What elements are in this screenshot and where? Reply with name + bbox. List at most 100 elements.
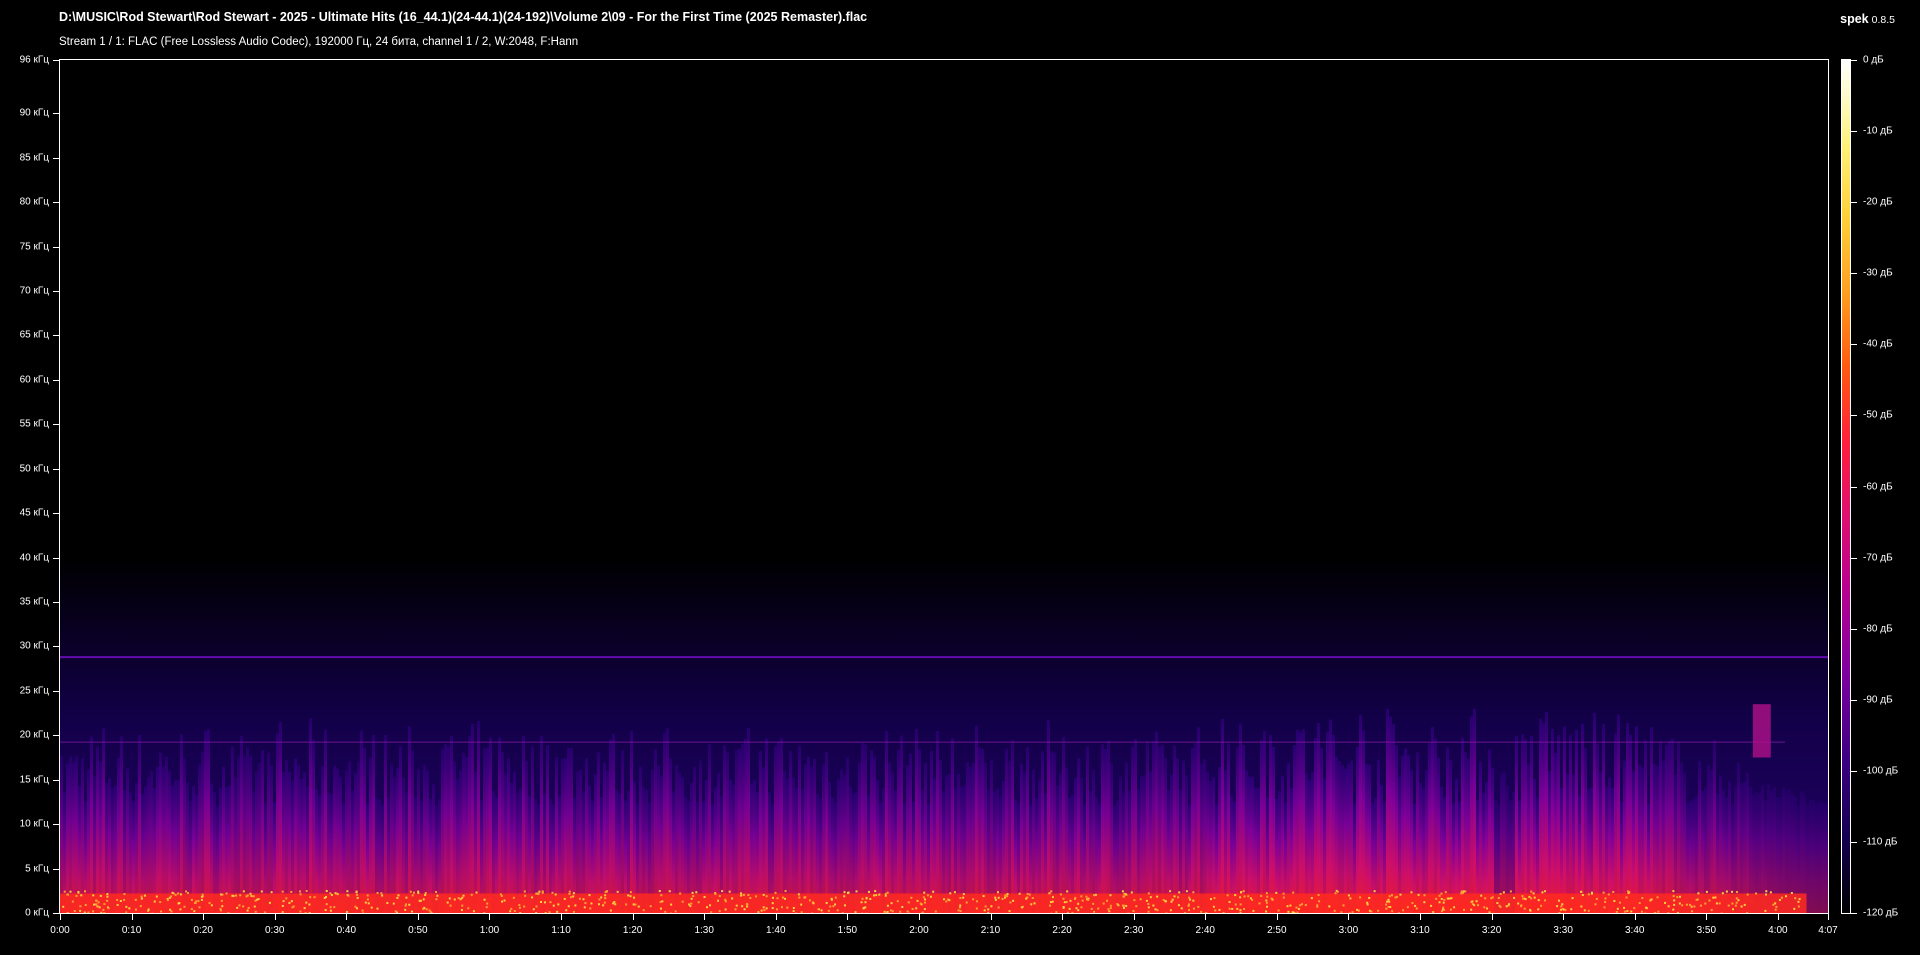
peak-speckle [1699,904,1702,907]
peak-speckle [435,898,438,901]
peak-speckle [634,903,637,906]
peak-speckle [572,892,575,895]
peak-speckle [714,892,717,895]
spectrum-column [1185,775,1188,913]
time-tick-label: 3:20 [1481,925,1502,936]
spectrum-column [303,772,306,913]
peak-speckle [1310,897,1313,900]
peak-speckle [549,901,552,904]
peak-speckle [1734,904,1737,907]
spectrum-column [1101,744,1104,913]
peak-speckle [1239,911,1242,913]
peak-speckle [1093,910,1096,913]
peak-speckle [959,897,962,900]
peak-speckle [304,912,307,913]
peak-speckle [690,897,693,900]
peak-speckle [1798,898,1801,901]
spectrum-column [612,734,615,913]
peak-speckle [997,906,1000,909]
peak-speckle [1147,910,1150,913]
peak-speckle [460,909,463,912]
spectrum-column [1209,780,1212,913]
peak-speckle [519,912,522,913]
peak-speckle [1031,897,1034,900]
spectrum-column [1143,775,1146,913]
time-tick-mark [1348,914,1350,920]
spectrum-column [204,730,207,913]
time-tick-mark [1205,914,1207,920]
spectrum-column [1710,769,1713,913]
spectrum-column [1302,729,1305,913]
peak-speckle [71,900,74,903]
app-name: spek [1840,12,1869,26]
peak-speckle [1587,909,1590,912]
spectrum-column [936,731,939,913]
peak-speckle [600,896,603,899]
peak-speckle [80,894,83,897]
peak-speckle [198,906,201,909]
peak-speckle [510,907,513,910]
spectrum-column [762,767,765,913]
peak-speckle [1714,896,1717,899]
peak-speckle [987,911,990,913]
peak-speckle [786,906,789,909]
db-tick-mark [1851,699,1857,701]
peak-speckle [1616,907,1619,910]
peak-speckle [1406,906,1409,909]
spectrum-column [1698,760,1701,913]
spectrogram-plot[interactable] [59,59,1829,914]
peak-speckle [1085,895,1088,898]
spectrum-column [1551,729,1554,913]
peak-speckle [1389,905,1392,908]
peak-speckle [174,893,177,896]
peak-speckle [346,910,349,913]
peak-speckle [1152,904,1155,907]
spectrum-column [486,747,489,913]
spectrum-column [723,745,726,913]
spectrum-column [621,750,624,913]
spectrum-column [1566,773,1569,913]
time-tick-mark [847,914,849,920]
spectrum-column [198,764,201,913]
spectrum-column [900,735,903,913]
peak-speckle [695,891,698,894]
spectrum-column [207,729,210,913]
db-tick-mark [1851,273,1857,275]
peak-speckle [329,892,332,895]
spectrum-column [1311,771,1314,913]
spectrum-column [93,775,96,913]
peak-speckle [565,909,568,912]
peak-speckle [1505,905,1508,908]
peak-speckle [1178,891,1181,894]
spectrum-column [369,757,372,913]
peak-speckle [1066,911,1069,913]
spectrum-column [291,780,294,913]
peak-speckle [1399,893,1402,896]
peak-speckle [741,905,744,908]
peak-speckle [290,890,293,893]
peak-speckle [765,895,768,898]
peak-speckle [260,890,263,893]
peak-speckle [225,892,228,895]
spectrum-column [1041,751,1044,913]
peak-speckle [1417,893,1420,896]
spectrum-column [150,770,153,913]
peak-speckle [1228,907,1231,910]
peak-speckle [166,899,169,902]
spectrum-column [561,758,564,913]
freq-tick-label: 85 кГц [19,152,49,164]
peak-speckle [982,895,985,898]
freq-tick-label: 5 кГц [25,863,49,875]
db-tick-mark [1851,344,1857,346]
spectrum-column [453,761,456,913]
time-tick-mark [203,914,205,920]
spectrum-column [1125,762,1128,913]
spectrum-column [663,733,666,913]
peak-speckle [1612,891,1615,894]
spectrum-column [1572,774,1575,913]
peak-speckle [1571,897,1574,900]
spectrum-column [276,733,279,913]
peak-speckle [538,890,541,893]
peak-speckle [629,895,632,898]
spectrum-column [1596,743,1599,913]
